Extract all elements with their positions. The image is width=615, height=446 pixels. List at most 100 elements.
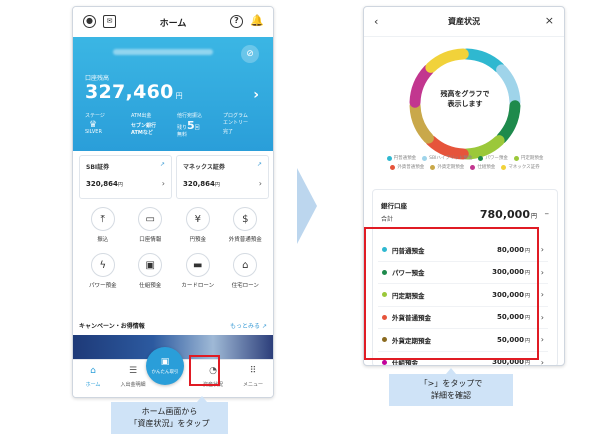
chevron-right-icon[interactable]: › bbox=[541, 335, 544, 344]
legend-swatch bbox=[501, 164, 507, 170]
menu-label: 住宅ローン bbox=[231, 283, 259, 289]
legend-swatch bbox=[390, 164, 396, 170]
securities-card-monex[interactable]: マネックス証券 ↗ 320,864円 › bbox=[176, 155, 269, 199]
donut-segment bbox=[496, 100, 521, 144]
donut-segment bbox=[461, 48, 505, 73]
id-card-icon: ▭ bbox=[138, 207, 163, 231]
quick-transaction-button[interactable]: ▣ かんたん取引 bbox=[146, 347, 184, 385]
menu-item-yen-deposit[interactable]: ¥ 円預金 bbox=[174, 207, 222, 243]
card-total-amount: 780,000 bbox=[479, 208, 530, 221]
securities-card-sbi[interactable]: SBI証券 ↗ 320,864円 › bbox=[79, 155, 172, 199]
stat-stage[interactable]: ステージ ♛ SILVER bbox=[85, 113, 105, 136]
profile-icon[interactable]: ● bbox=[83, 15, 96, 28]
hide-balance-icon[interactable]: ⊘ bbox=[241, 45, 259, 63]
tab-menu[interactable]: ⠿ メニュー bbox=[233, 360, 273, 397]
legend-swatch bbox=[386, 155, 392, 161]
stat-transfer[interactable]: 他行宛振込 残り5回 無料 bbox=[177, 113, 202, 139]
list-icon: ☰ bbox=[128, 366, 138, 376]
stat-label: ステージ bbox=[85, 113, 105, 119]
balance-value[interactable]: 327,460 円 bbox=[85, 81, 183, 103]
legend-swatch bbox=[422, 155, 428, 161]
donut-segment bbox=[461, 135, 505, 160]
callout-assets: 「>」をタップで 詳細を確認 bbox=[389, 368, 513, 406]
menu-item-structured-deposit[interactable]: ▣ 仕組預金 bbox=[127, 253, 175, 289]
balance-panel: ⊘ 口座残高 327,460 円 › ステージ ♛ SILVER ATM出金 セブ… bbox=[73, 37, 273, 151]
legend-item: マネックス証券 bbox=[501, 164, 540, 170]
securities-row: SBI証券 ↗ 320,864円 › マネックス証券 ↗ 320,864円 › bbox=[79, 155, 269, 199]
legend-item: 外貨普通預金 bbox=[390, 164, 424, 170]
legend-swatch bbox=[430, 164, 436, 170]
close-icon[interactable]: × bbox=[545, 14, 554, 27]
collapse-icon[interactable]: – bbox=[545, 209, 550, 219]
fab-label: かんたん取引 bbox=[151, 370, 179, 375]
bell-icon[interactable]: 🔔 bbox=[250, 15, 264, 28]
wallet-icon: ▣ bbox=[138, 253, 163, 277]
highlight-assets-tab bbox=[189, 355, 220, 386]
menu-label: 仕組預金 bbox=[139, 283, 162, 289]
securities-unit: 円 bbox=[214, 182, 220, 188]
card-total-label: 合計 bbox=[381, 216, 394, 223]
grid-icon: ⠿ bbox=[249, 366, 257, 376]
menu-grid: ⤒ 振込 ▭ 口座情報 ¥ 円預金 $ 外貨普通預金 ϟ パワー預金 ▣ 仕組預金 ▬ カード… bbox=[79, 207, 269, 289]
external-link-icon: ↗ bbox=[261, 323, 267, 330]
donut-segment bbox=[409, 100, 434, 144]
campaign-more-link[interactable]: もっとみる ↗ bbox=[230, 321, 267, 330]
callout-home: ホーム画面から 「資産状況」をタップ bbox=[111, 396, 228, 434]
legend-label: 外貨普通預金 bbox=[397, 165, 425, 170]
legend-label: 円普通預金 bbox=[393, 156, 417, 161]
stat-prefix: 残り bbox=[177, 125, 188, 131]
tab-label: メニュー bbox=[242, 382, 263, 388]
menu-label: 口座情報 bbox=[139, 237, 162, 243]
menu-item-housing-loan[interactable]: ⌂ 住宅ローン bbox=[222, 253, 270, 289]
back-icon[interactable]: ‹ bbox=[374, 15, 378, 28]
legend-swatch bbox=[478, 155, 484, 161]
legend-item: 仕組預金 bbox=[470, 164, 495, 170]
tab-home[interactable]: ⌂ ホーム bbox=[73, 360, 113, 397]
chevron-right-icon[interactable]: › bbox=[541, 358, 544, 365]
credit-card-icon: ▬ bbox=[185, 253, 210, 277]
balance-unit: 円 bbox=[175, 92, 183, 100]
menu-item-fx-deposit[interactable]: $ 外貨普通預金 bbox=[222, 207, 270, 243]
balance-chevron-icon[interactable]: › bbox=[253, 87, 259, 103]
mail-icon[interactable]: ✉ bbox=[103, 15, 116, 28]
callout-tip bbox=[197, 396, 207, 402]
page-title: ホーム bbox=[159, 18, 187, 29]
donut-segment bbox=[425, 135, 469, 160]
stat-value: SILVER bbox=[85, 129, 102, 135]
assets-header: ‹ 資産状況 × bbox=[364, 7, 564, 37]
stat-atm[interactable]: ATM出金 セブン銀行 ATMなど bbox=[131, 113, 156, 137]
external-link-icon: ↗ bbox=[159, 161, 165, 168]
stat-note: 無料 bbox=[177, 132, 188, 138]
chevron-right-icon[interactable]: › bbox=[541, 245, 544, 254]
legend-item: 円普通預金 bbox=[386, 155, 417, 161]
tab-label: 入出金明細 bbox=[120, 382, 146, 388]
home-icon: ⌂ bbox=[90, 366, 96, 376]
home-header: ● ✉ ホーム ? 🔔 bbox=[73, 7, 273, 37]
account-name-blurred bbox=[113, 49, 213, 55]
legend-swatch bbox=[470, 164, 476, 170]
chevron-right-icon[interactable]: › bbox=[541, 268, 544, 277]
menu-item-power-deposit[interactable]: ϟ パワー預金 bbox=[79, 253, 127, 289]
help-icon[interactable]: ? bbox=[230, 15, 243, 28]
securities-name: マネックス証券 bbox=[183, 164, 225, 171]
callout-line: 「>」をタップで bbox=[419, 379, 483, 388]
stat-program[interactable]: プログラム エントリー 完了 bbox=[223, 113, 248, 136]
chart-legend: 円普通預金 SBIハイブリッド預金 パワー預金 円定期預金 外貨普通預金 外貨定期預金 仕組… bbox=[370, 155, 560, 170]
legend-swatch bbox=[513, 155, 519, 161]
chevron-right-icon: › bbox=[161, 179, 165, 188]
page-title: 資産状況 bbox=[448, 17, 480, 26]
menu-item-card-loan[interactable]: ▬ カードローン bbox=[174, 253, 222, 289]
home-screen: ● ✉ ホーム ? 🔔 ⊘ 口座残高 327,460 円 › ステージ ♛ SIL… bbox=[72, 6, 274, 398]
donut-line: 残高をグラフで bbox=[440, 90, 490, 98]
menu-item-account-info[interactable]: ▭ 口座情報 bbox=[127, 207, 175, 243]
chevron-right-icon[interactable]: › bbox=[541, 313, 544, 322]
tab-label: ホーム bbox=[85, 382, 101, 388]
donut-line: 表示します bbox=[447, 100, 483, 108]
callout-line: 「資産状況」をタップ bbox=[129, 419, 210, 428]
menu-label: 振込 bbox=[97, 237, 109, 243]
securities-amount: 320,864 bbox=[183, 180, 215, 188]
legend-item: パワー預金 bbox=[478, 155, 508, 161]
menu-item-transfer[interactable]: ⤒ 振込 bbox=[79, 207, 127, 243]
chevron-right-icon[interactable]: › bbox=[541, 290, 544, 299]
card-title: 銀行口座 bbox=[381, 202, 407, 210]
